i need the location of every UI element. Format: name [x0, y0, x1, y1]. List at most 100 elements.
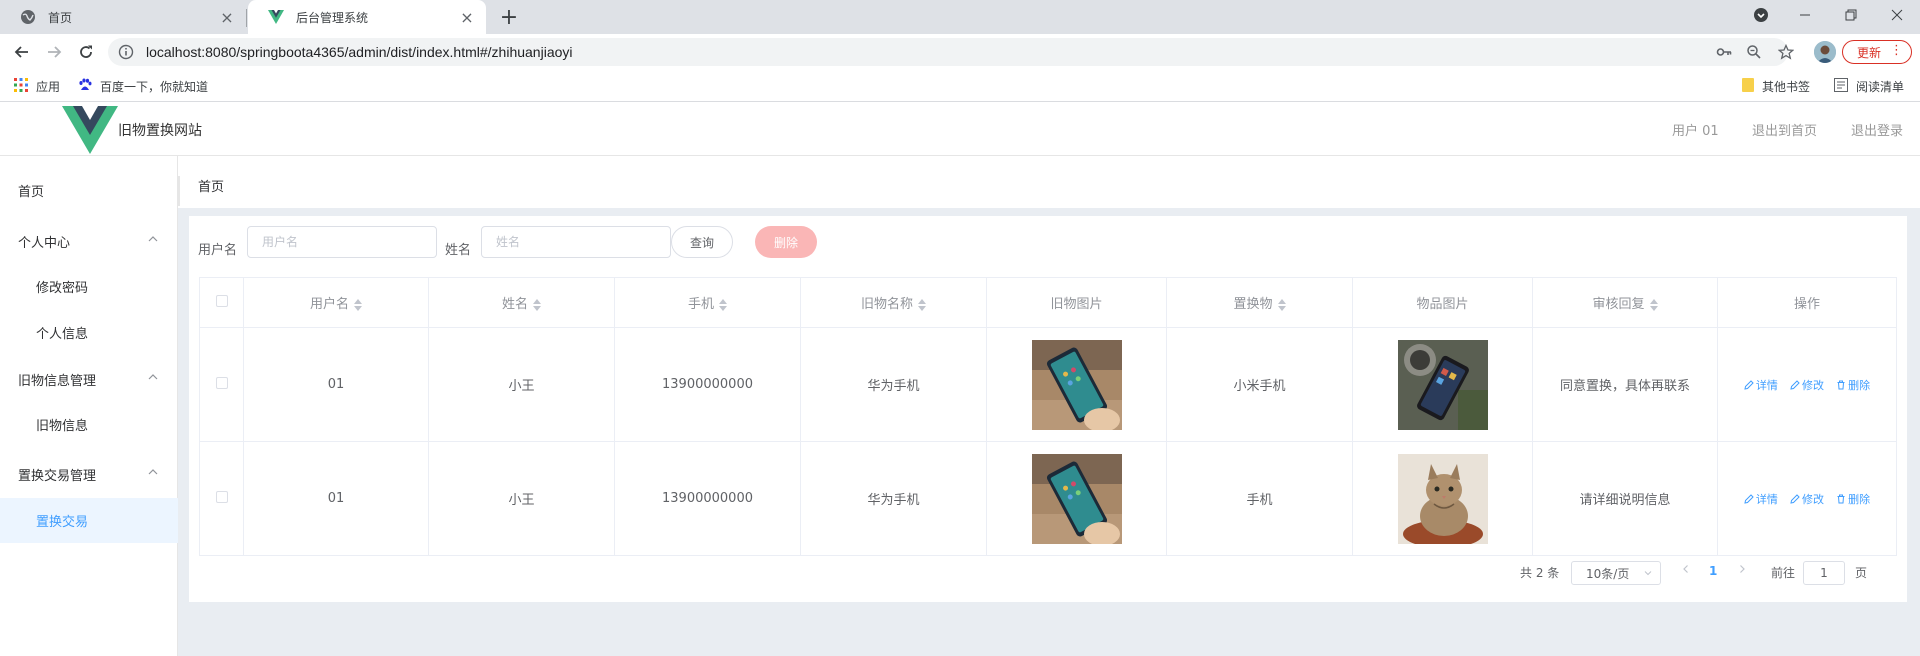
window-close-icon[interactable]: [1874, 0, 1920, 30]
close-icon[interactable]: ×: [218, 8, 236, 27]
row-select-cell[interactable]: [199, 441, 244, 556]
browser-tab-title: 后台管理系统: [296, 10, 369, 25]
sidebar-item-label: 个人中心: [18, 236, 71, 251]
prev-page-icon[interactable]: [1681, 564, 1691, 574]
back-arrow-icon[interactable]: [10, 40, 34, 64]
sidebar-item-home[interactable]: 首页: [0, 168, 178, 213]
action-label: 修改: [1802, 492, 1824, 506]
browser-tab-admin[interactable]: 后台管理系统 ×: [248, 0, 486, 34]
edit-link[interactable]: 修改: [1790, 493, 1824, 506]
sort-icon[interactable]: [354, 298, 362, 311]
browser-tab-home[interactable]: 首页 ×: [0, 0, 246, 34]
cell-actions: 详情 修改 删除: [1717, 327, 1897, 442]
content-card: 用户名 姓名 查询 删除 用户名 姓名 手机 旧物名称 旧物图片 置换物: [189, 216, 1907, 602]
forward-arrow-icon[interactable]: [42, 40, 66, 64]
sidebar-item-profile[interactable]: 个人信息: [0, 310, 178, 355]
phone-photo-thumbnail[interactable]: [1397, 339, 1488, 430]
bookmark-other[interactable]: 其他书签: [1742, 70, 1810, 102]
reading-list[interactable]: 阅读清单: [1834, 70, 1904, 102]
back-to-home-link[interactable]: 退出到首页: [1752, 120, 1817, 139]
column-header-item-image: 旧物图片: [986, 277, 1167, 328]
sidebar-item-change-password[interactable]: 修改密码: [0, 264, 178, 309]
column-header-label: 置换物: [1233, 297, 1273, 312]
detail-link[interactable]: 详情: [1744, 493, 1778, 506]
globe-icon: [20, 9, 36, 25]
chevron-up-icon: [148, 469, 158, 475]
column-header-goods-image: 物品图片: [1352, 277, 1533, 328]
column-header-reply[interactable]: 审核回复: [1532, 277, 1718, 328]
cell-username: 01: [243, 441, 429, 556]
profile-avatar[interactable]: [1814, 41, 1836, 63]
browser-tabstrip: 首页 × 后台管理系统 × +: [0, 0, 1920, 34]
tab-search-icon[interactable]: [1738, 0, 1784, 30]
delete-link[interactable]: 删除: [1836, 493, 1870, 506]
zoom-icon[interactable]: [1742, 40, 1766, 64]
query-button[interactable]: 查询: [671, 226, 733, 258]
close-icon[interactable]: ×: [458, 8, 476, 27]
breadcrumb[interactable]: 首页: [198, 176, 224, 195]
sidebar-group-exchange[interactable]: 置换交易管理: [0, 452, 178, 497]
row-checkbox[interactable]: [215, 490, 228, 503]
goto-page-input[interactable]: 1: [1803, 561, 1845, 585]
site-info-icon[interactable]: [118, 44, 134, 60]
sidebar-item-item-info[interactable]: 旧物信息: [0, 402, 178, 447]
name-search-input[interactable]: [481, 226, 671, 258]
column-header-name[interactable]: 姓名: [428, 277, 615, 328]
batch-delete-button[interactable]: 删除: [755, 226, 817, 258]
select-all-checkbox[interactable]: [215, 294, 228, 307]
phone-photo-thumbnail[interactable]: [1031, 339, 1122, 430]
cell-phone: 13900000000: [614, 327, 801, 442]
column-header-username[interactable]: 用户名: [243, 277, 429, 328]
delete-link[interactable]: 删除: [1836, 379, 1870, 392]
key-icon[interactable]: [1712, 40, 1736, 64]
row-checkbox[interactable]: [215, 376, 228, 389]
detail-link[interactable]: 详情: [1744, 379, 1778, 392]
column-header-exchange[interactable]: 置换物: [1166, 277, 1353, 328]
sidebar-group-items[interactable]: 旧物信息管理: [0, 357, 178, 402]
site-title: 旧物置换网站: [118, 123, 202, 139]
phone-photo-thumbnail[interactable]: [1031, 453, 1122, 544]
new-tab-button[interactable]: +: [497, 5, 521, 30]
cell-item-image: [986, 441, 1167, 556]
column-header-label: 审核回复: [1592, 297, 1645, 312]
star-icon[interactable]: [1774, 40, 1798, 64]
logout-link[interactable]: 退出登录: [1851, 120, 1903, 139]
sort-icon[interactable]: [533, 298, 541, 311]
page-size-value: 10条/页: [1586, 566, 1630, 581]
address-bar[interactable]: localhost:8080/springboota4365/admin/dis…: [108, 38, 1788, 66]
current-user: 用户 01: [1672, 124, 1719, 139]
bookmark-apps[interactable]: 应用: [14, 70, 60, 102]
sort-icon[interactable]: [918, 298, 926, 311]
update-button[interactable]: 更新 ⋮: [1842, 40, 1912, 64]
column-header-item-name[interactable]: 旧物名称: [800, 277, 987, 328]
edit-link[interactable]: 修改: [1790, 379, 1824, 392]
row-select-cell[interactable]: [199, 327, 244, 442]
exchange-table: 用户名 姓名 手机 旧物名称 旧物图片 置换物 物品图片 审核回复 操作 01: [199, 277, 1897, 556]
next-page-icon[interactable]: [1737, 564, 1747, 574]
sidebar-group-personal[interactable]: 个人中心: [0, 219, 178, 264]
action-label: 详情: [1755, 378, 1778, 392]
reload-icon[interactable]: [74, 40, 98, 64]
cell-item-name: 华为手机: [800, 441, 987, 556]
bookmark-baidu[interactable]: 百度一下，你就知道: [78, 70, 208, 102]
sidebar-item-exchange-trade[interactable]: 置换交易: [0, 498, 178, 543]
action-label: 删除: [1848, 378, 1871, 392]
sort-icon[interactable]: [719, 298, 727, 311]
page-number-current[interactable]: 1: [1709, 564, 1717, 578]
select-all-cell[interactable]: [199, 277, 244, 328]
bookmarks-bar: 应用 百度一下，你就知道 其他书签 阅读清单: [0, 70, 1920, 102]
sort-icon[interactable]: [1649, 298, 1658, 311]
minimize-icon[interactable]: [1782, 0, 1828, 30]
cell-name: 小王: [428, 327, 615, 442]
page-size-select[interactable]: 10条/页: [1571, 561, 1661, 585]
username-search-input[interactable]: [247, 226, 437, 258]
cat-photo-thumbnail[interactable]: [1397, 453, 1488, 544]
sort-icon[interactable]: [1277, 298, 1286, 311]
action-label: 修改: [1802, 378, 1824, 392]
column-header-phone[interactable]: 手机: [614, 277, 801, 328]
column-header-label: 物品图片: [1416, 297, 1469, 312]
baidu-paw-icon: [78, 78, 92, 95]
bookmark-label: 阅读清单: [1856, 79, 1905, 94]
restore-icon[interactable]: [1828, 0, 1874, 30]
cell-name: 小王: [428, 441, 615, 556]
